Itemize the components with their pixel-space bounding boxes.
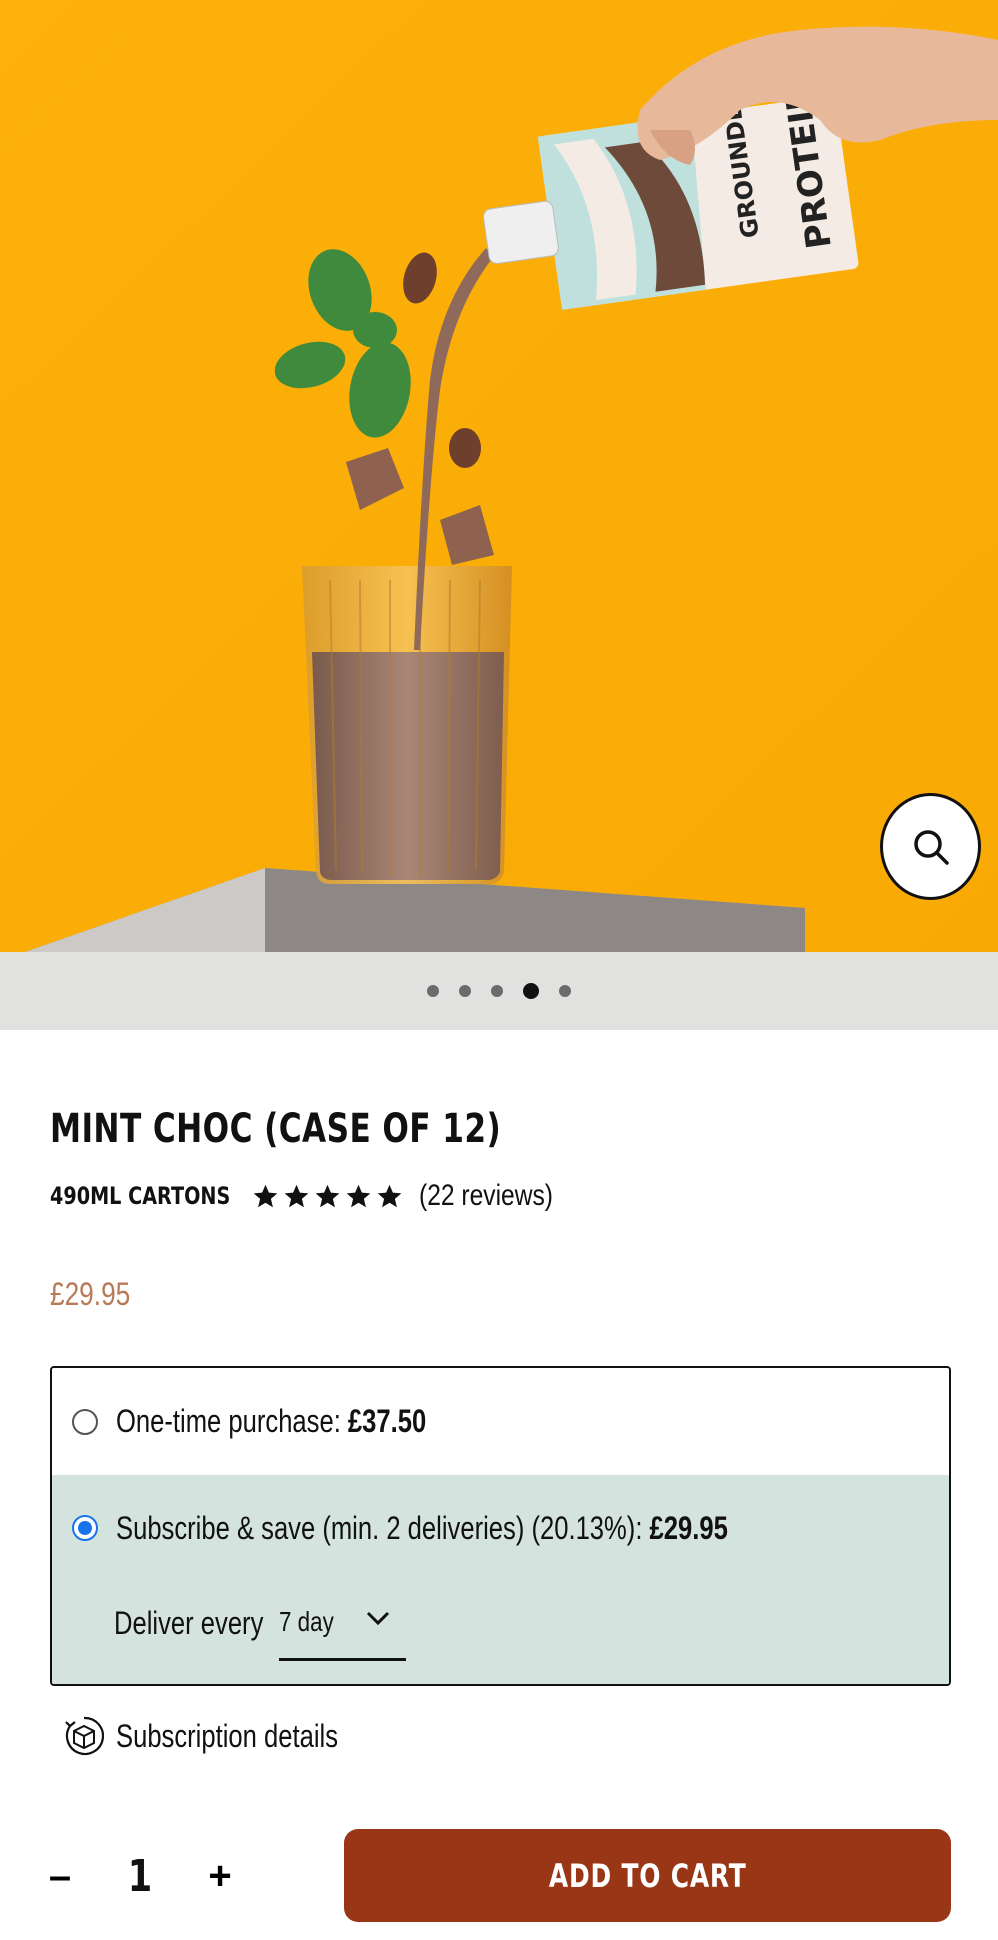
subscribe-text: Subscribe & save (min. 2 deliveries) (20… — [116, 1509, 650, 1546]
quantity-value[interactable]: 1 — [92, 1851, 188, 1902]
one-time-text: One-time purchase: — [116, 1403, 348, 1439]
product-photo: GROUNDED PROTEIN — [0, 0, 998, 952]
carousel-pagination — [0, 952, 998, 1030]
star-icon — [346, 1184, 371, 1207]
product-image[interactable]: GROUNDED PROTEIN — [0, 0, 998, 952]
one-time-label: One-time purchase: £37.50 — [116, 1403, 426, 1440]
carousel-dot-3[interactable] — [491, 985, 503, 997]
frequency-value: 7 day — [279, 1605, 334, 1637]
quantity-stepper: – 1 + — [40, 1830, 280, 1922]
rating-stars[interactable] — [252, 1183, 403, 1210]
product-title: Mint Choc (Case of 12) — [50, 1106, 502, 1152]
delivery-frequency: Deliver every 7 day — [114, 1593, 406, 1661]
increment-button[interactable]: + — [200, 1851, 240, 1901]
subscription-details-label: Subscription details — [116, 1717, 338, 1754]
product-price: £29.95 — [50, 1276, 131, 1312]
carousel-dot-4[interactable] — [523, 983, 539, 999]
star-icon — [284, 1184, 309, 1207]
carousel-dot-2[interactable] — [459, 985, 471, 997]
star-icon — [315, 1184, 340, 1207]
deliver-every-label: Deliver every — [114, 1604, 264, 1641]
star-icon — [253, 1184, 278, 1207]
zoom-button[interactable] — [880, 793, 981, 900]
search-icon — [913, 829, 949, 865]
subscribe-row[interactable]: Subscribe & save (min. 2 deliveries) (20… — [72, 1495, 881, 1561]
product-meta: 490ml cartons (22 reviews) — [50, 1176, 582, 1216]
subscription-details-link[interactable]: Subscription details — [64, 1712, 393, 1760]
add-to-cart-label: Add to cart — [548, 1856, 747, 1895]
add-to-cart-button[interactable]: Add to cart — [344, 1829, 951, 1922]
chevron-down-icon — [366, 1611, 390, 1625]
subscription-box-icon — [65, 1716, 104, 1756]
subscribe-price: £29.95 — [649, 1509, 728, 1546]
one-time-radio[interactable] — [72, 1408, 98, 1435]
star-icon — [377, 1184, 402, 1207]
purchase-options: One-time purchase: £37.50 Subscribe & sa… — [50, 1366, 951, 1686]
frequency-select[interactable]: 7 day — [279, 1585, 406, 1661]
product-size: 490ml cartons — [50, 1182, 231, 1210]
subscribe-label: Subscribe & save (min. 2 deliveries) (20… — [116, 1510, 728, 1547]
subscribe-option[interactable]: Subscribe & save (min. 2 deliveries) (20… — [52, 1475, 949, 1684]
carousel-dot-1[interactable] — [427, 985, 439, 997]
one-time-price: £37.50 — [347, 1403, 427, 1439]
carousel-dot-5[interactable] — [559, 985, 571, 997]
reviews-link[interactable]: (22 reviews) — [419, 1179, 553, 1213]
subscribe-radio[interactable] — [72, 1515, 98, 1541]
decrement-button[interactable]: – — [40, 1851, 80, 1901]
one-time-purchase-option[interactable]: One-time purchase: £37.50 — [52, 1368, 949, 1475]
